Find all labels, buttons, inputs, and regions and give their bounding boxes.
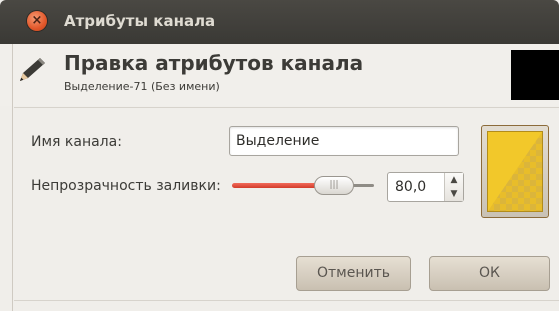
channel-preview [511,50,559,100]
spin-up-icon[interactable]: ▲ [445,173,463,187]
left-border [12,44,13,311]
channel-name-field[interactable] [229,126,459,156]
slider-fill [232,183,324,188]
cancel-button[interactable]: Отменить [296,256,411,291]
page-title: Правка атрибутов канала [64,51,364,75]
channel-subtitle: Выделение-71 (Без имени) [64,80,220,93]
transparency-checker [488,132,542,211]
fill-opacity-slider[interactable]: ||| [232,176,374,196]
spin-down-icon[interactable]: ▼ [445,187,463,201]
fill-opacity-value[interactable]: 80,0 [395,179,426,195]
footer-divider [14,300,559,301]
ok-button[interactable]: ОК [429,256,550,291]
channel-attributes-dialog: × Атрибуты канала Правка атрибутов канал… [0,0,559,311]
window-title: Атрибуты канала [64,12,216,30]
titlebar[interactable]: × Атрибуты канала [0,0,559,44]
pencil-icon [20,58,45,81]
fill-opacity-spinbox[interactable]: 80,0 ▲ ▼ [387,172,464,202]
slider-thumb[interactable]: ||| [314,176,354,195]
channel-name-label: Имя канала: [31,134,122,150]
spin-buttons: ▲ ▼ [444,173,463,201]
fill-opacity-label: Непрозрачность заливки: [31,178,221,194]
close-icon[interactable]: × [27,11,47,31]
divider [14,107,559,108]
channel-color-button[interactable] [481,125,549,218]
color-swatch [487,131,543,212]
